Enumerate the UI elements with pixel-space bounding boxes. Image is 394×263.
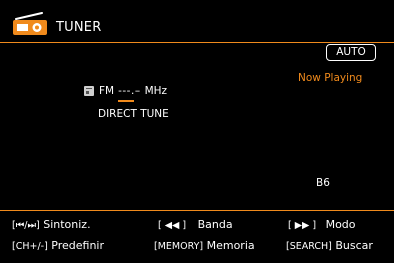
page-title: TUNER bbox=[56, 20, 102, 35]
key-guide-label: Modo bbox=[325, 218, 356, 231]
header-divider bbox=[0, 42, 394, 43]
frequency-value: ---.– bbox=[118, 85, 141, 102]
key-guide-key: [ ▶▶ ] bbox=[288, 220, 317, 231]
key-guide-row-2: [CH+/-] Predefinir [MEMORY] Memoria [SEA… bbox=[0, 237, 394, 255]
auto-mode-badge: AUTO bbox=[326, 44, 376, 61]
radio-icon bbox=[12, 12, 48, 36]
key-guide-memory: [MEMORY] Memoria bbox=[154, 237, 255, 256]
key-guide-key: [ ◀◀ ] bbox=[158, 220, 187, 231]
header: TUNER bbox=[0, 0, 394, 42]
band-label: FM bbox=[99, 85, 115, 97]
footer-divider bbox=[0, 210, 394, 211]
direct-tune-label: DIRECT TUNE bbox=[98, 108, 169, 120]
key-guide-label: Banda bbox=[197, 218, 233, 231]
input-cursor bbox=[118, 100, 135, 102]
key-guide-preset: [CH+/-] Predefinir bbox=[12, 237, 104, 256]
frequency-row: FM ---.– MHz bbox=[84, 84, 168, 102]
preset-icon bbox=[84, 86, 94, 96]
frequency-unit: MHz bbox=[144, 85, 168, 97]
key-guide-search: [SEARCH] Buscar bbox=[286, 237, 373, 256]
key-guide-key: [SEARCH] bbox=[286, 241, 332, 252]
key-guide-key: [MEMORY] bbox=[154, 241, 204, 252]
key-guide-row-1: [⏮/⏭] Sintoniz. [ ◀◀ ] Banda [ ▶▶ ] Modo bbox=[0, 216, 394, 234]
tuner-screen: TUNER AUTO Now Playing FM ---.– MHz DIRE… bbox=[0, 0, 394, 263]
key-guide-key: [⏮/⏭] bbox=[12, 220, 40, 231]
key-guide-label: Memoria bbox=[206, 239, 255, 252]
key-guide-key: [CH+/-] bbox=[12, 241, 48, 252]
preset-number: B6 bbox=[316, 177, 330, 189]
key-guide-label: Sintoniz. bbox=[43, 218, 91, 231]
key-guide-label: Predefinir bbox=[51, 239, 104, 252]
frequency-digits: ---.– bbox=[118, 85, 141, 97]
key-guide-mode: [ ▶▶ ] Modo bbox=[288, 216, 356, 235]
now-playing-label: Now Playing bbox=[298, 72, 363, 84]
key-guide-label: Buscar bbox=[335, 239, 373, 252]
key-guide-tune: [⏮/⏭] Sintoniz. bbox=[12, 216, 91, 235]
key-guide-band: [ ◀◀ ] Banda bbox=[158, 216, 233, 235]
